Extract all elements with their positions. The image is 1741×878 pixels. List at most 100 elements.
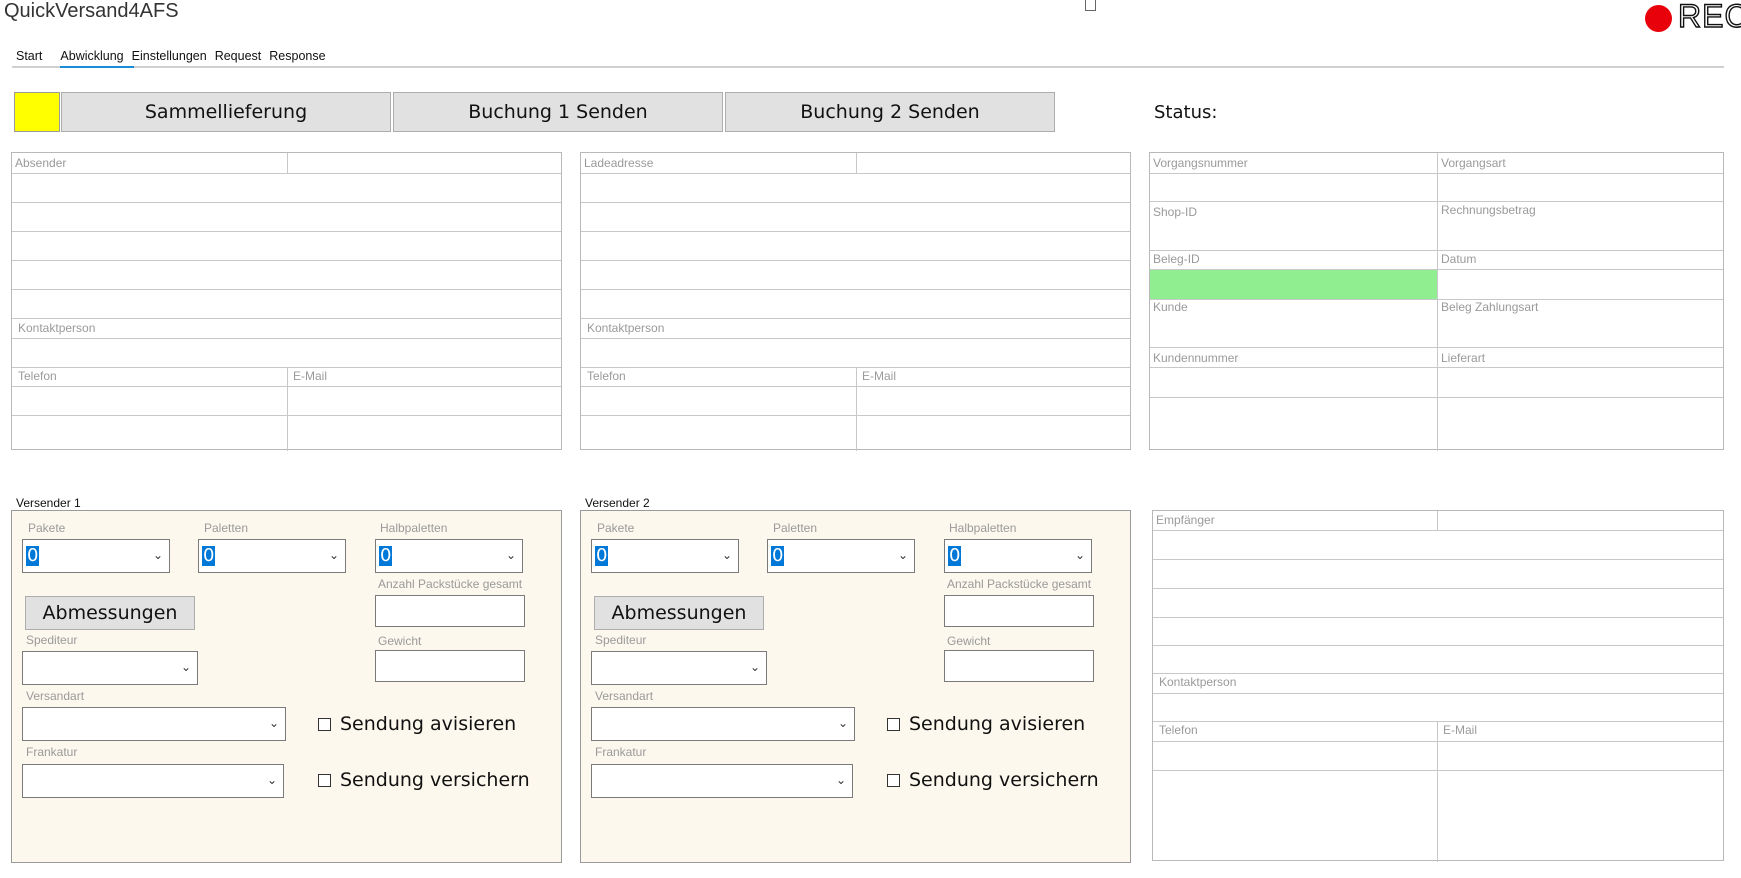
v2-halbpaletten-value: 0 [948,545,962,566]
v1-frankatur-label: Frankatur [26,745,78,759]
ladeadresse-line-2[interactable] [581,202,1130,232]
v1-paletten-combo[interactable]: 0 ⌄ [198,539,346,573]
ladeadresse-telefon-label: Telefon [587,369,626,383]
checkbox-icon[interactable] [887,717,900,731]
tab-divider [12,66,1724,68]
v1-avisieren-checkbox[interactable]: Sendung avisieren [318,713,516,735]
vorgang-info-panel: Vorgangsnummer Vorgangsart Shop-ID Rechn… [1149,152,1724,451]
absender-line-5[interactable] [12,289,561,319]
absender-line-1[interactable] [12,173,561,203]
v2-spediteur-combo[interactable]: ⌄ [591,651,767,685]
absender-line-4[interactable] [12,260,561,290]
v2-versichern-label: Sendung versichern [909,769,1099,791]
v2-halbpaletten-combo[interactable]: 0 ⌄ [944,539,1092,573]
empfaenger-email-label: E-Mail [1443,723,1478,737]
chevron-down-icon: ⌄ [721,548,732,562]
absender-kontakt-label: Kontaktperson [18,321,96,335]
empfaenger-kontakt-field[interactable] [1153,693,1723,722]
ladeadresse-line-3[interactable] [581,231,1130,261]
absender-panel: Absender Kontaktperson Telefon E-Mail [11,152,562,451]
v1-pakete-combo[interactable]: 0 ⌄ [22,539,170,573]
kunde-row[interactable] [1150,317,1723,348]
beleg-zahlungsart-label: Beleg Zahlungsart [1441,300,1539,314]
checkbox-icon[interactable] [887,773,900,787]
vorgangsnummer-row[interactable] [1150,173,1723,202]
ladeadresse-line-4[interactable] [581,260,1130,290]
empfaenger-line-1[interactable] [1153,530,1723,560]
checkbox-icon[interactable] [318,773,331,787]
versender2-title: Versender 2 [585,496,650,510]
empfaenger-line-2[interactable] [1153,559,1723,589]
versender2-panel: Pakete Paletten Halbpaletten 0 ⌄ 0 ⌄ 0 ⌄ An… [580,510,1131,863]
checkbox-icon[interactable] [318,717,331,731]
v2-gewicht-label: Gewicht [947,634,991,648]
v1-versichern-checkbox[interactable]: Sendung versichern [318,769,530,791]
v1-spediteur-combo[interactable]: ⌄ [22,651,198,685]
ladeadresse-line-1[interactable] [581,173,1130,203]
chevron-down-icon: ⌄ [266,773,277,787]
v2-pakete-combo[interactable]: 0 ⌄ [591,539,739,573]
absender-line-2[interactable] [12,202,561,232]
v2-frankatur-combo[interactable]: ⌄ [591,764,853,798]
tab-bar: Start Abwicklung Einstellungen Request Respo… [12,45,330,67]
v2-frankatur-label: Frankatur [595,745,647,759]
empfaenger-kontakt-label: Kontaktperson [1159,675,1237,689]
v1-anzahl-label: Anzahl Packstücke gesamt [378,577,523,591]
rec-label: REC [1677,0,1741,35]
record-icon[interactable] [1645,5,1672,32]
v2-paletten-value: 0 [771,545,785,566]
v1-versandart-label: Versandart [26,689,85,703]
status-color-indicator[interactable] [14,92,60,132]
v1-versandart-combo[interactable]: ⌄ [22,707,286,741]
v1-anzahl-field[interactable] [375,595,525,627]
window-restore-icon[interactable] [1085,0,1096,11]
v1-gewicht-field[interactable] [375,650,525,682]
v2-anzahl-field[interactable] [944,595,1094,627]
v2-abmessungen-button[interactable]: Abmessungen [594,596,764,630]
shop-id-label: Shop-ID [1153,205,1198,219]
absender-telefon-row[interactable] [12,386,561,416]
v1-abmessungen-button[interactable]: Abmessungen [25,596,195,630]
empfaenger-label: Empfänger [1156,513,1215,527]
status-label: Status: [1154,102,1218,123]
v2-pakete-value: 0 [595,545,609,566]
empfaenger-telefon-row[interactable] [1153,741,1723,771]
ladeadresse-telefon-row[interactable] [581,386,1130,416]
v1-pakete-label: Pakete [28,521,66,535]
buchung2-senden-button[interactable]: Buchung 2 Senden [725,92,1055,132]
v2-versandart-combo[interactable]: ⌄ [591,707,855,741]
v2-versichern-checkbox[interactable]: Sendung versichern [887,769,1099,791]
chevron-down-icon: ⌄ [268,716,279,730]
v1-frankatur-combo[interactable]: ⌄ [22,764,284,798]
empfaenger-line-3[interactable] [1153,588,1723,618]
kunde-label: Kunde [1153,300,1188,314]
chevron-down-icon: ⌄ [328,548,339,562]
kundennummer-row[interactable] [1150,367,1723,398]
v2-versandart-label: Versandart [595,689,654,703]
empfaenger-line-4[interactable] [1153,617,1723,646]
buchung1-senden-button[interactable]: Buchung 1 Senden [393,92,723,132]
empfaenger-line-5[interactable] [1153,645,1723,674]
v2-avisieren-label: Sendung avisieren [909,713,1086,735]
ladeadresse-kontakt-field[interactable] [581,338,1130,368]
sammellieferung-button[interactable]: Sammellieferung [61,92,391,132]
v2-pakete-label: Pakete [597,521,635,535]
v2-avisieren-checkbox[interactable]: Sendung avisieren [887,713,1085,735]
chevron-down-icon: ⌄ [749,660,760,674]
v2-gewicht-field[interactable] [944,650,1094,682]
empfaenger-panel: Empfänger Kontaktperson Telefon E-Mail [1152,510,1724,862]
absender-line-3[interactable] [12,231,561,261]
chevron-down-icon: ⌄ [837,716,848,730]
ladeadresse-line-5[interactable] [581,289,1130,319]
vorgangsnummer-label: Vorgangsnummer [1153,156,1248,170]
beleg-id-label: Beleg-ID [1153,252,1200,266]
v1-paletten-value: 0 [202,545,216,566]
app-title: QuickVersand4AFS [4,0,179,22]
v2-paletten-combo[interactable]: 0 ⌄ [767,539,915,573]
ladeadresse-label: Ladeadresse [584,156,654,170]
shop-id-row[interactable] [1150,221,1723,251]
active-tab-indicator [60,66,134,68]
v1-halbpaletten-combo[interactable]: 0 ⌄ [375,539,523,573]
ladeadresse-kontakt-label: Kontaktperson [587,321,665,335]
absender-kontakt-field[interactable] [12,338,561,368]
